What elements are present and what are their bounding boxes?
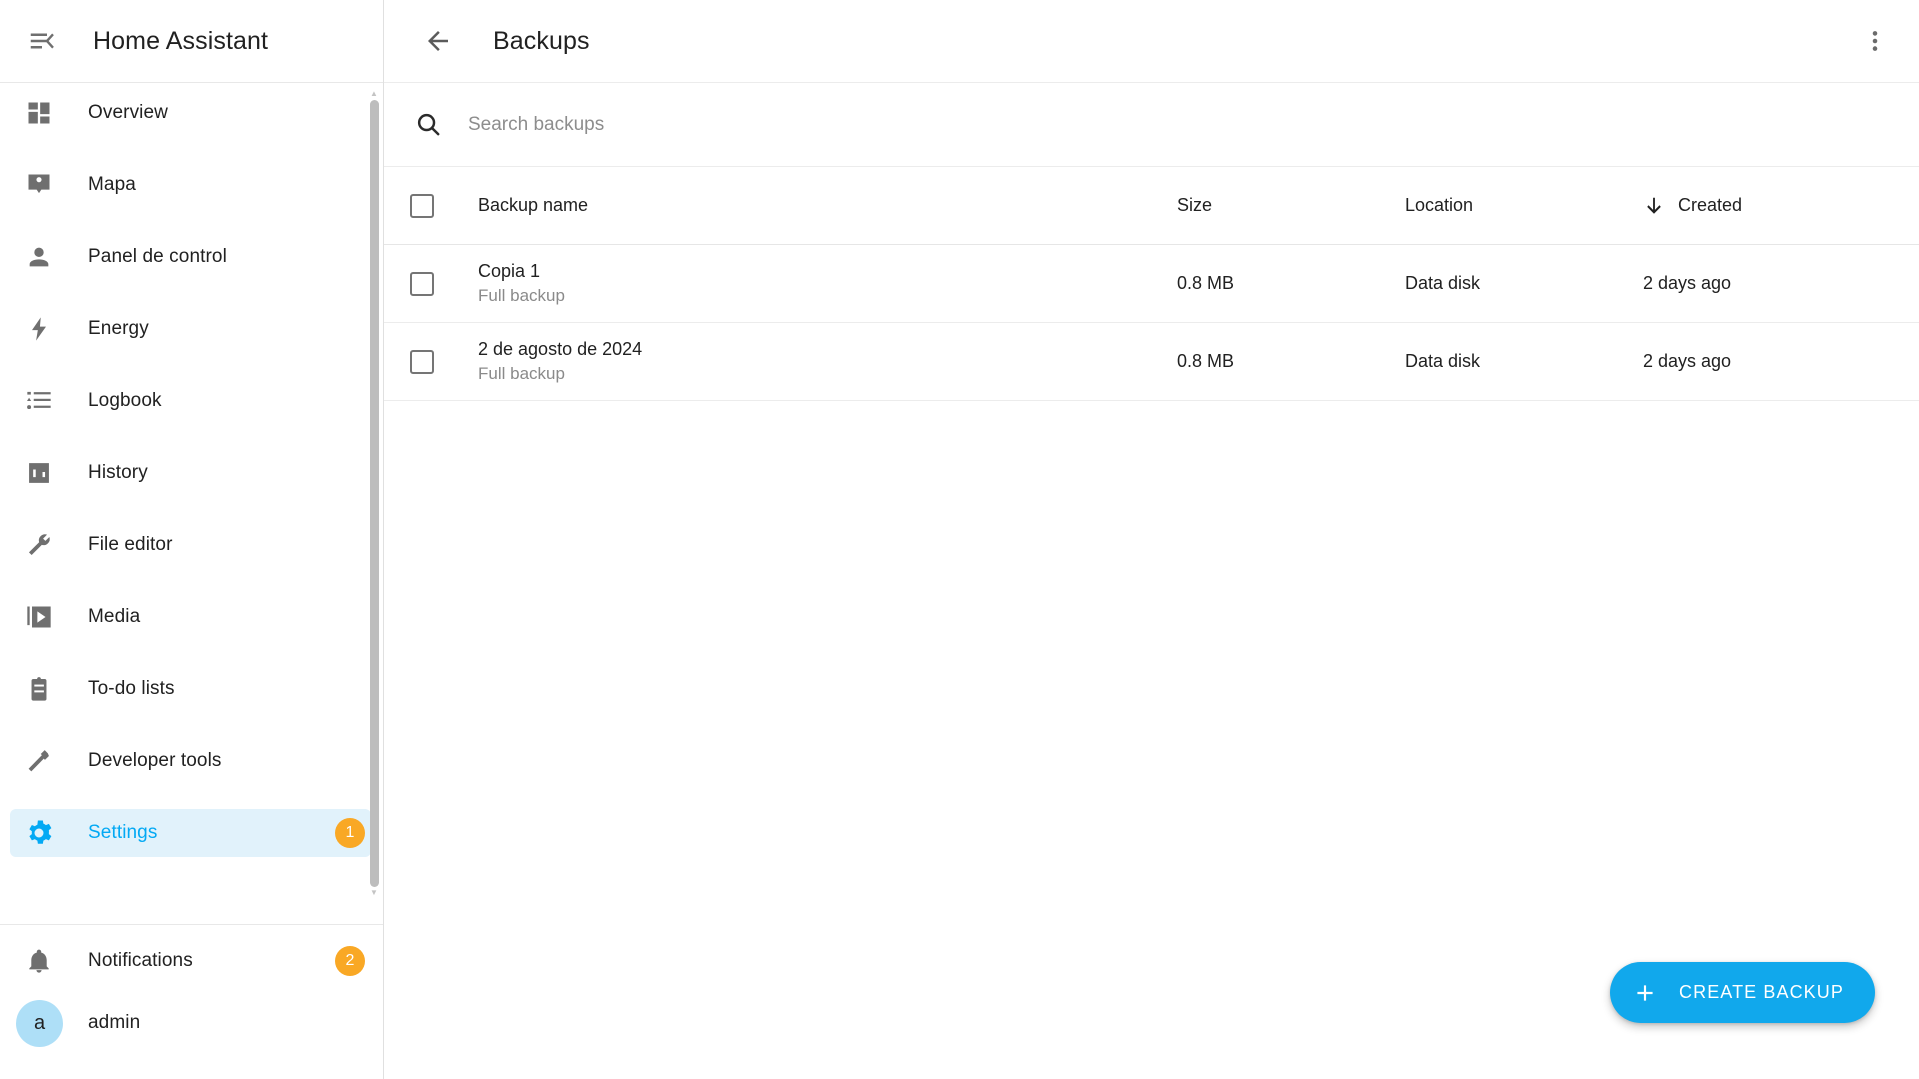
sidebar-item-media[interactable]: Media <box>10 593 371 641</box>
sidebar-nav-list: Overview Mapa Panel de control Energy Lo… <box>0 89 383 857</box>
menu-open-icon[interactable] <box>14 13 70 69</box>
column-header-location[interactable]: Location <box>1405 195 1643 216</box>
sidebar-item-label: Notifications <box>88 950 193 971</box>
sidebar-item-file-editor[interactable]: File editor <box>10 521 371 569</box>
scroll-down-arrow-icon[interactable]: ▼ <box>370 889 378 897</box>
sidebar-item-label: Panel de control <box>88 246 227 267</box>
cell-backup-name: Copia 1 Full backup <box>478 259 1177 308</box>
sidebar-item-energy[interactable]: Energy <box>10 305 371 353</box>
notifications-badge: 2 <box>335 946 365 976</box>
sidebar-item-label: To-do lists <box>88 678 175 699</box>
sidebar-title: Home Assistant <box>93 26 269 55</box>
sidebar: Home Assistant Overview Mapa Panel de co… <box>0 0 384 1079</box>
column-header-name[interactable]: Backup name <box>478 195 1177 216</box>
search-icon <box>410 111 446 138</box>
column-header-created-label: Created <box>1678 195 1743 215</box>
sidebar-item-label: Energy <box>88 318 149 339</box>
select-all-checkbox[interactable] <box>410 193 434 218</box>
hammer-icon <box>22 744 56 778</box>
backups-table: Backup name Size Location Created Copia … <box>384 167 1919 401</box>
cog-icon <box>22 816 56 850</box>
sidebar-item-panel-de-control[interactable]: Panel de control <box>10 233 371 281</box>
account-icon <box>22 240 56 274</box>
view-dashboard-icon <box>22 96 56 130</box>
lightning-bolt-icon <box>22 312 56 346</box>
row-select-cell[interactable] <box>410 271 478 296</box>
row-checkbox[interactable] <box>410 271 434 296</box>
clipboard-list-icon <box>22 672 56 706</box>
cell-size: 0.8 MB <box>1177 273 1235 293</box>
page-toolbar: Backups <box>384 0 1919 83</box>
sidebar-header: Home Assistant <box>0 0 383 83</box>
backup-type-text: Full backup <box>478 364 565 384</box>
sidebar-item-label: History <box>88 462 148 483</box>
column-header-created[interactable]: Created <box>1643 195 1893 217</box>
sidebar-item-label: Mapa <box>88 174 136 195</box>
table-row[interactable]: 2 de agosto de 2024 Full backup 0.8 MB D… <box>384 323 1919 401</box>
format-list-bulleted-icon <box>22 384 56 418</box>
sidebar-item-notifications[interactable]: Notifications 2 <box>10 937 371 985</box>
settings-badge: 1 <box>335 818 365 848</box>
wrench-icon <box>22 528 56 562</box>
sidebar-item-logbook[interactable]: Logbook <box>10 377 371 425</box>
create-backup-label: CREATE BACKUP <box>1679 982 1844 1002</box>
sidebar-item-settings[interactable]: Settings 1 <box>10 809 371 857</box>
cell-location: Data disk <box>1405 273 1481 293</box>
cell-created: 2 days ago <box>1643 351 1732 371</box>
row-checkbox[interactable] <box>410 349 434 374</box>
arrow-down-icon <box>1643 195 1665 217</box>
play-box-multiple-icon <box>22 600 56 634</box>
page-title: Backups <box>493 26 590 55</box>
sidebar-item-overview[interactable]: Overview <box>10 89 371 137</box>
sidebar-item-mapa[interactable]: Mapa <box>10 161 371 209</box>
create-backup-button[interactable]: CREATE BACKUP <box>1610 962 1875 1023</box>
table-header-row: Backup name Size Location Created <box>384 167 1919 245</box>
sidebar-bottom: Notifications 2 a admin <box>0 924 383 1079</box>
sidebar-item-label: Logbook <box>88 390 162 411</box>
search-bar[interactable] <box>384 83 1919 167</box>
sidebar-item-label: Settings <box>88 822 158 843</box>
bell-icon <box>22 944 56 978</box>
cell-created: 2 days ago <box>1643 273 1732 293</box>
sidebar-item-label: Media <box>88 606 141 627</box>
backup-name-text: 2 de agosto de 2024 <box>478 338 643 359</box>
backup-name-text: Copia 1 <box>478 260 541 281</box>
sidebar-scroll-area: Overview Mapa Panel de control Energy Lo… <box>0 83 383 924</box>
plus-icon <box>1632 980 1658 1006</box>
sidebar-item-label: Overview <box>88 102 168 123</box>
sidebar-item-label: admin <box>88 1012 141 1033</box>
sidebar-item-developer-tools[interactable]: Developer tools <box>10 737 371 785</box>
map-marker-account-icon <box>22 168 56 202</box>
main-content: Backups Backup name <box>384 0 1919 1079</box>
cell-backup-name: 2 de agosto de 2024 Full backup <box>478 337 1177 386</box>
sidebar-item-to-do-lists[interactable]: To-do lists <box>10 665 371 713</box>
row-select-cell[interactable] <box>410 349 478 374</box>
select-all-cell[interactable] <box>410 193 478 218</box>
dots-vertical-icon[interactable] <box>1847 13 1903 69</box>
backup-type-text: Full backup <box>478 286 565 306</box>
sidebar-item-label: Developer tools <box>88 750 222 771</box>
column-header-size[interactable]: Size <box>1177 195 1405 216</box>
cell-size: 0.8 MB <box>1177 351 1235 371</box>
sidebar-item-label: File editor <box>88 534 173 555</box>
sidebar-item-history[interactable]: History <box>10 449 371 497</box>
cell-location: Data disk <box>1405 351 1481 371</box>
search-input[interactable] <box>468 104 1893 145</box>
arrow-left-icon[interactable] <box>410 13 466 69</box>
table-row[interactable]: Copia 1 Full backup 0.8 MB Data disk 2 d… <box>384 245 1919 323</box>
avatar: a <box>16 999 63 1047</box>
sidebar-item-user-admin[interactable]: a admin <box>10 999 371 1047</box>
app-root: Home Assistant Overview Mapa Panel de co… <box>0 0 1919 1079</box>
chart-box-icon <box>22 456 56 490</box>
